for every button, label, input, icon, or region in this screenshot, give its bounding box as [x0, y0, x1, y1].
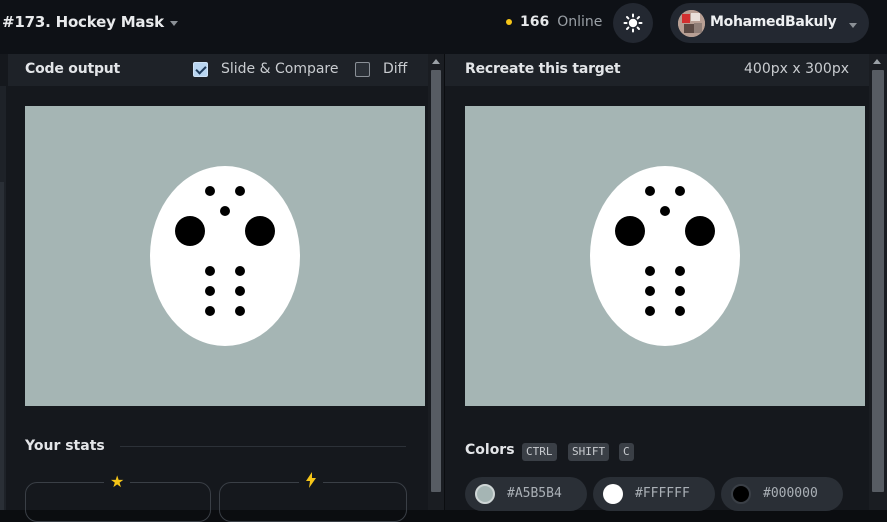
code-output-title: Code output: [25, 61, 121, 77]
code-output-canvas[interactable]: [25, 106, 425, 406]
mask-hole: [645, 186, 655, 196]
kbd-shift: SHIFT: [568, 443, 610, 461]
target-dimensions: 400px x 300px: [744, 61, 849, 77]
online-label: Online: [557, 14, 603, 30]
sun-icon: [623, 13, 643, 33]
mask-hole: [205, 186, 215, 196]
mask-hole: [205, 306, 215, 316]
scroll-up-icon[interactable]: [432, 59, 440, 64]
challenge-title-dropdown[interactable]: #173. Hockey Mask: [2, 13, 178, 31]
star-icon: ★: [104, 472, 131, 491]
kbd-ctrl: CTRL: [522, 443, 557, 461]
slide-compare-checkbox[interactable]: [193, 62, 208, 77]
diff-checkbox[interactable]: [355, 62, 370, 77]
user-menu-button[interactable]: MohamedBakuly: [670, 3, 869, 43]
mask-eye: [685, 216, 715, 246]
mask-eye: [245, 216, 275, 246]
chevron-down-icon: [849, 23, 857, 28]
mask-hole: [645, 306, 655, 316]
mask-eye: [615, 216, 645, 246]
user-name: MohamedBakuly: [710, 14, 837, 30]
mask-hole: [235, 266, 245, 276]
color-swatch: [603, 484, 623, 504]
mask-eye: [175, 216, 205, 246]
color-hex: #FFFFFF: [635, 486, 690, 501]
mask-hole: [205, 266, 215, 276]
scrollbar-thumb[interactable]: [431, 70, 441, 492]
code-output-header: Code output Slide & Compare Diff: [8, 54, 428, 86]
left-panel-scrollbar[interactable]: [428, 54, 444, 510]
stats-title: Your stats: [25, 438, 105, 454]
online-indicator: 166 Online: [506, 14, 602, 30]
panel-edge: [0, 182, 4, 510]
color-hex: #000000: [763, 486, 818, 501]
mask-hole: [235, 306, 245, 316]
mask-hole: [645, 286, 655, 296]
slide-compare-label[interactable]: Slide & Compare: [221, 61, 339, 77]
target-header: Recreate this target 400px x 300px: [445, 54, 869, 86]
color-swatch: [731, 484, 751, 504]
mask-hole: [675, 286, 685, 296]
top-bar: #173. Hockey Mask 166 Online MohamedBaku…: [0, 0, 887, 54]
mask-hole: [205, 286, 215, 296]
color-swatch: [475, 484, 495, 504]
chevron-down-icon: [169, 20, 178, 26]
challenge-title: #173. Hockey Mask: [2, 13, 164, 31]
mask-hole: [675, 266, 685, 276]
mask-hole: [660, 206, 670, 216]
right-panel-scrollbar[interactable]: [869, 54, 887, 510]
avatar: [678, 10, 705, 37]
colors-title: Colors: [465, 442, 515, 458]
mask-hole: [675, 306, 685, 316]
target-canvas: [465, 106, 865, 406]
kbd-c: C: [619, 443, 634, 461]
divider: [120, 446, 406, 447]
hockey-mask: [150, 166, 300, 346]
mask-hole: [235, 186, 245, 196]
bolt-icon: [299, 472, 323, 492]
scrollbar-thumb[interactable]: [872, 70, 884, 492]
target-title: Recreate this target: [465, 61, 621, 77]
color-chip[interactable]: #000000: [721, 477, 843, 511]
scroll-up-icon[interactable]: [873, 59, 881, 64]
online-dot-icon: [506, 19, 512, 25]
online-count: 166: [520, 14, 550, 30]
color-chip[interactable]: #FFFFFF: [593, 477, 715, 511]
mask-hole: [220, 206, 230, 216]
mask-hole: [675, 186, 685, 196]
hockey-mask: [590, 166, 740, 346]
theme-toggle-button[interactable]: [613, 3, 653, 43]
color-chip[interactable]: #A5B5B4: [465, 477, 587, 511]
diff-label[interactable]: Diff: [383, 61, 407, 77]
color-hex: #A5B5B4: [507, 486, 562, 501]
mask-hole: [645, 266, 655, 276]
mask-hole: [235, 286, 245, 296]
